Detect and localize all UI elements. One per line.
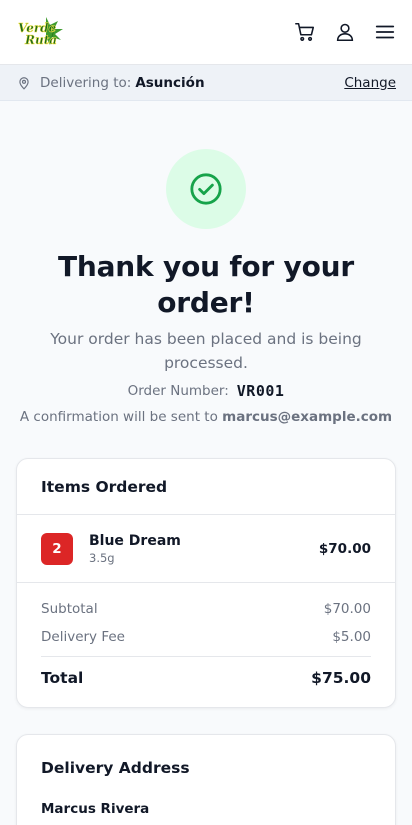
delivery-fee-value: $5.00 [332, 629, 371, 645]
delivery-city: Asunción [135, 74, 205, 91]
change-location-link[interactable]: Change [344, 75, 396, 91]
items-ordered-title: Items Ordered [17, 459, 395, 515]
confirmation-prefix: A confirmation will be sent to [19, 409, 218, 425]
total-value: $75.00 [311, 669, 371, 687]
logo-text-bottom: Ruta [24, 33, 57, 47]
total-label: Total [41, 669, 84, 687]
delivery-address-card: Delivery Address Marcus Rivera [16, 734, 396, 825]
verde-ruta-logo: Verde Ruta [18, 17, 63, 47]
delivery-label: Delivering to: [40, 74, 132, 91]
quantity-badge: 2 [41, 532, 73, 565]
confirmation-email: marcus@example.com [222, 409, 393, 425]
order-totals: Subtotal $70.00 Delivery Fee $5.00 Total… [17, 583, 395, 707]
delivery-fee-label: Delivery Fee [41, 629, 125, 645]
item-price: $70.00 [318, 540, 371, 557]
delivery-address-name: Marcus Rivera [41, 801, 150, 817]
location-pin-icon [17, 76, 31, 90]
order-number-value: VR001 [236, 382, 285, 400]
page-title: Thank you for your order! [57, 250, 354, 319]
user-icon[interactable] [334, 21, 356, 43]
menu-icon[interactable] [374, 21, 396, 43]
delivery-address-title: Delivery Address [41, 759, 190, 777]
confirmation-email-note: A confirmation will be sent to marcus@ex… [0, 409, 412, 425]
subtotal-value: $70.00 [323, 601, 371, 617]
logo[interactable]: Verde Ruta [16, 15, 66, 49]
success-check-icon [166, 149, 246, 229]
item-size: 3.5g [89, 550, 115, 565]
order-number-label: Order Number: [127, 383, 229, 399]
app-header: Verde Ruta [0, 0, 412, 65]
items-ordered-card: Items Ordered 2 Blue Dream 3.5g $70.00 S… [16, 458, 396, 708]
subtotal-label: Subtotal [41, 601, 98, 617]
delivery-location-bar: Delivering to: Asunción Change [0, 65, 412, 101]
list-item: 2 Blue Dream 3.5g $70.00 [17, 515, 395, 583]
divider [41, 656, 371, 657]
order-confirmation: Thank you for your order! Your order has… [0, 101, 412, 425]
order-number-row: Order Number: VR001 [0, 382, 412, 400]
item-name: Blue Dream [89, 532, 181, 549]
confirmation-subtitle: Your order has been placed and is being … [50, 330, 362, 372]
cart-icon[interactable] [294, 21, 316, 43]
